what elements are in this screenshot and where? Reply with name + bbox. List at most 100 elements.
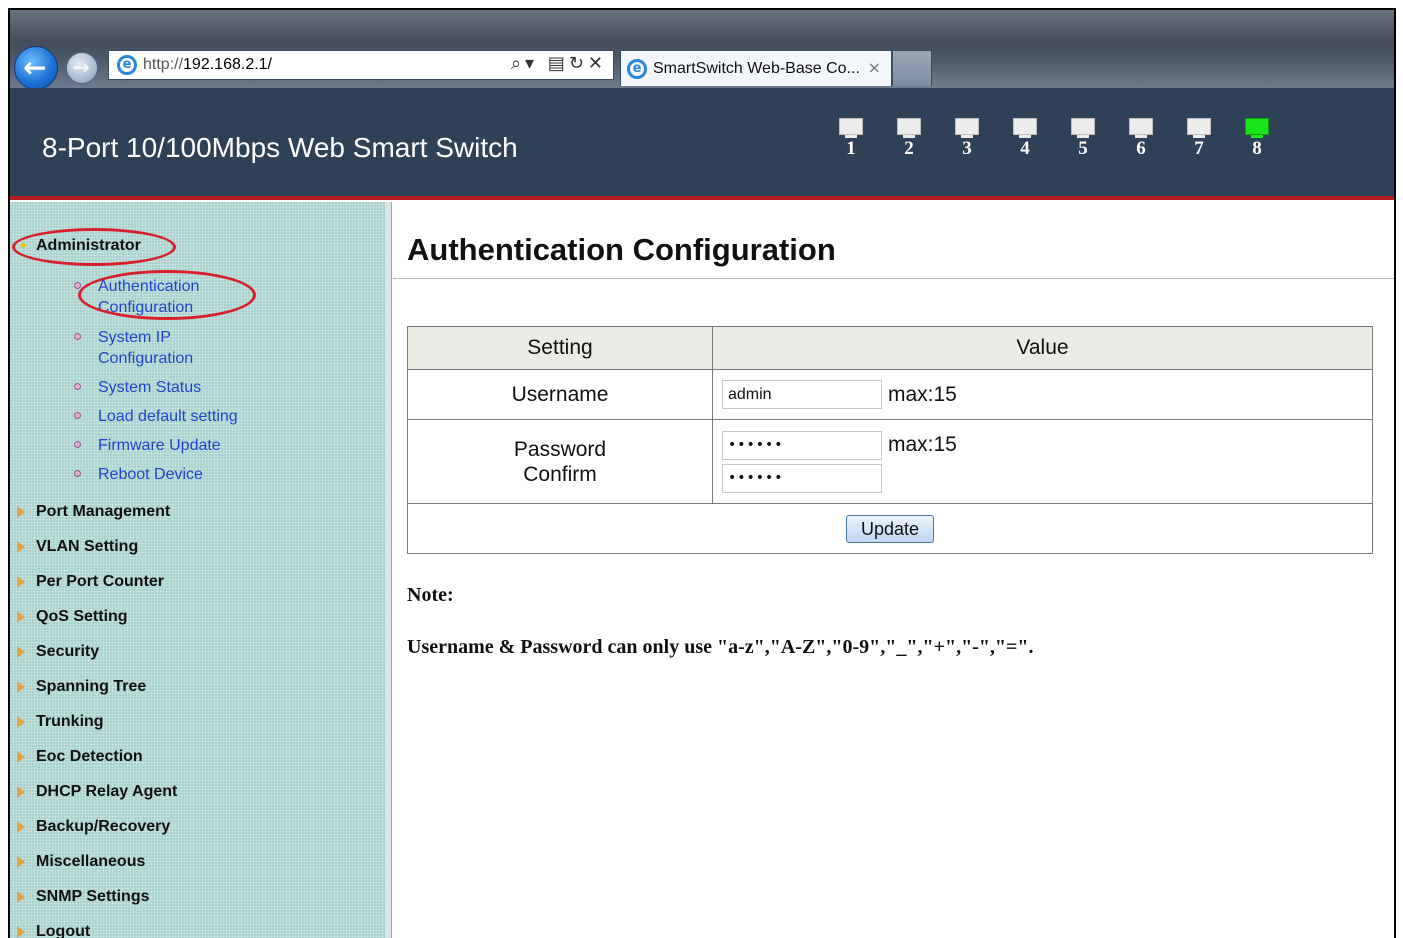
sidebar-menu: ✦ Administrator Authentication Configura… [10, 202, 385, 938]
browser-tab[interactable]: e SmartSwitch Web-Base Co... × [620, 50, 892, 86]
password-label: Password [513, 437, 607, 461]
port-monitor-icon [1129, 118, 1153, 135]
port-indicator-3[interactable]: 3 [952, 118, 982, 159]
port-number: 6 [1136, 138, 1146, 159]
address-tools: ⌕▾ ▤↻✕ [511, 53, 607, 74]
sidebar-item-label: Backup/Recovery [36, 818, 171, 835]
switch-header: 8-Port 10/100Mbps Web Smart Switch 1 2 3 4 5… [10, 88, 1394, 196]
port-indicator-1[interactable]: 1 [836, 118, 866, 159]
sidebar-subitem-reboot-device[interactable]: Reboot Device [74, 464, 298, 485]
port-indicator-6[interactable]: 6 [1126, 118, 1156, 159]
port-monitor-icon [1013, 118, 1037, 135]
actions-cell: Update [407, 503, 1373, 554]
subitem-label: Authentication Configuration [98, 278, 200, 316]
arrow-bullet-icon [17, 506, 25, 518]
port-number: 7 [1194, 138, 1204, 159]
sidebar-subitem-system-ip[interactable]: System IP Configuration [74, 327, 238, 369]
switch-title: 8-Port 10/100Mbps Web Smart Switch [42, 132, 518, 163]
port-indicator-4[interactable]: 4 [1010, 118, 1040, 159]
subitem-label: System Status [98, 379, 202, 396]
subitem-label: Firmware Update [98, 437, 221, 454]
sidebar-item-label: Miscellaneous [36, 853, 146, 870]
port-monitor-icon [1187, 118, 1211, 135]
back-button[interactable]: ← [14, 46, 58, 90]
sidebar-item-label: Spanning Tree [36, 678, 147, 695]
back-arrow-icon: ← [23, 51, 47, 84]
arrow-bullet-icon [17, 541, 25, 553]
sidebar-item-label: Administrator [36, 237, 141, 254]
confirm-label: Confirm [523, 462, 597, 486]
main-content: Authentication Configuration Setting Val… [393, 202, 1394, 938]
port-number: 1 [846, 138, 856, 159]
frame-divider[interactable] [385, 202, 392, 938]
column-header-value: Value [712, 326, 1373, 370]
sidebar-item-label: Per Port Counter [36, 573, 165, 590]
title-divider [393, 278, 1394, 279]
address-text: http://192.168.2.1/ [143, 56, 272, 74]
sidebar-subitem-firmware-update[interactable]: Firmware Update [74, 435, 298, 456]
arrow-bullet-icon [17, 856, 25, 868]
port-number: 8 [1252, 138, 1262, 159]
username-label: Username [407, 369, 713, 420]
sidebar-item-label: Security [36, 643, 100, 660]
new-tab-button[interactable] [892, 50, 932, 86]
header-accent-line [10, 196, 1394, 200]
password-value-cell: •••••• max:15 •••••• [712, 419, 1373, 504]
password-input[interactable]: •••••• [722, 430, 882, 460]
address-bar[interactable]: e http://192.168.2.1/ ⌕▾ ▤↻✕ [108, 50, 614, 80]
bullet-icon [74, 470, 81, 477]
ie-tab-icon: e [627, 59, 647, 79]
address-prefix: http:// [143, 56, 184, 73]
port-number: 4 [1020, 138, 1030, 159]
note-text: Username & Password can only use "a-z","… [407, 636, 1034, 658]
arrow-bullet-icon [17, 716, 25, 728]
username-value-cell: admin max:15 [712, 369, 1373, 420]
port-indicator-8[interactable]: 8 [1242, 118, 1272, 159]
arrow-bullet-icon [17, 576, 25, 588]
bullet-icon [74, 333, 81, 340]
arrow-bullet-icon [17, 821, 25, 833]
column-header-setting: Setting [407, 326, 713, 370]
sidebar-subitem-load-default[interactable]: Load default setting [74, 406, 298, 427]
sidebar-item-label: Logout [36, 923, 91, 938]
sidebar-subitem-authentication[interactable]: Authentication Configuration [74, 276, 238, 318]
sidebar-subitem-system-status[interactable]: System Status [74, 377, 202, 398]
address-host: 192.168.2.1/ [183, 56, 272, 73]
arrow-bullet-icon [17, 926, 25, 938]
password-max-hint: max:15 [888, 433, 957, 456]
forward-button[interactable]: → [66, 52, 98, 84]
arrow-bullet-icon [17, 681, 25, 693]
open-folder-icon: ✦ [18, 239, 29, 254]
compat-view-icon[interactable]: ▾ ▤ [525, 53, 569, 74]
tab-close-icon[interactable]: × [868, 58, 881, 77]
username-max-hint: max:15 [888, 382, 957, 406]
port-monitor-icon [1071, 118, 1095, 135]
confirm-password-input[interactable]: •••••• [722, 463, 882, 493]
arrow-bullet-icon [17, 646, 25, 658]
username-input[interactable]: admin [722, 380, 882, 409]
port-indicator-2[interactable]: 2 [894, 118, 924, 159]
browser-toolbar: ← → e http://192.168.2.1/ ⌕▾ ▤↻✕ e Smart… [10, 10, 1394, 90]
port-indicator-7[interactable]: 7 [1184, 118, 1214, 159]
port-monitor-icon [1245, 118, 1269, 135]
search-icon[interactable]: ⌕ [511, 53, 525, 74]
bullet-icon [74, 412, 81, 419]
table-row-username: Username admin max:15 [407, 369, 1373, 420]
stop-icon[interactable]: ✕ [588, 53, 607, 74]
arrow-bullet-icon [17, 891, 25, 903]
sidebar-item-label: QoS Setting [36, 608, 128, 625]
port-monitor-icon [839, 118, 863, 135]
sidebar-item-label: Port Management [36, 503, 171, 520]
arrow-bullet-icon [17, 786, 25, 798]
sidebar-item-label: Eoc Detection [36, 748, 143, 765]
port-monitor-icon [897, 118, 921, 135]
table-header-row: Setting Value [407, 326, 1373, 370]
table-row-actions: Update [407, 503, 1373, 554]
sidebar-item-label: DHCP Relay Agent [36, 783, 178, 800]
port-number: 3 [962, 138, 972, 159]
update-button[interactable]: Update [846, 514, 934, 543]
sidebar-item-label: VLAN Setting [36, 538, 139, 555]
port-number: 2 [904, 138, 914, 159]
port-indicator-5[interactable]: 5 [1068, 118, 1098, 159]
refresh-icon[interactable]: ↻ [569, 53, 588, 74]
